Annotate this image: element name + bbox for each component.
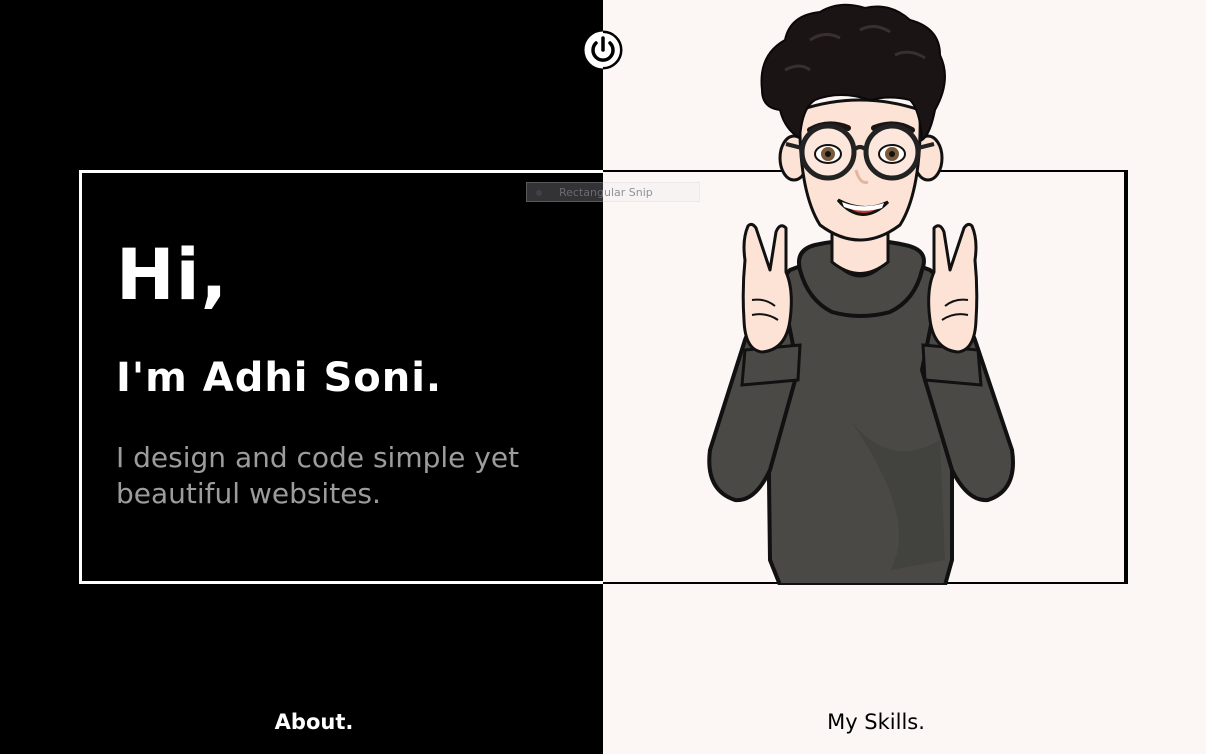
power-icon: [583, 30, 623, 70]
avatar: [707, 3, 1015, 585]
hero-text: Hi, I'm Adhi Soni. I design and code sim…: [116, 240, 586, 513]
my-skills-link[interactable]: My Skills.: [603, 710, 1149, 734]
tagline-text: I design and code simple yet beautiful w…: [116, 441, 520, 511]
dot-icon: [536, 190, 542, 196]
about-link[interactable]: About.: [0, 710, 628, 734]
snip-mode-label: Rectangular Snip: [559, 186, 653, 199]
portfolio-page: Hi, I'm Adhi Soni. I design and code sim…: [0, 0, 1206, 754]
theme-toggle-button[interactable]: [583, 30, 623, 70]
greeting-heading: Hi,: [116, 234, 229, 316]
snip-mode-tooltip[interactable]: Rectangular Snip: [526, 182, 700, 202]
name-heading: I'm Adhi Soni.: [116, 355, 443, 401]
